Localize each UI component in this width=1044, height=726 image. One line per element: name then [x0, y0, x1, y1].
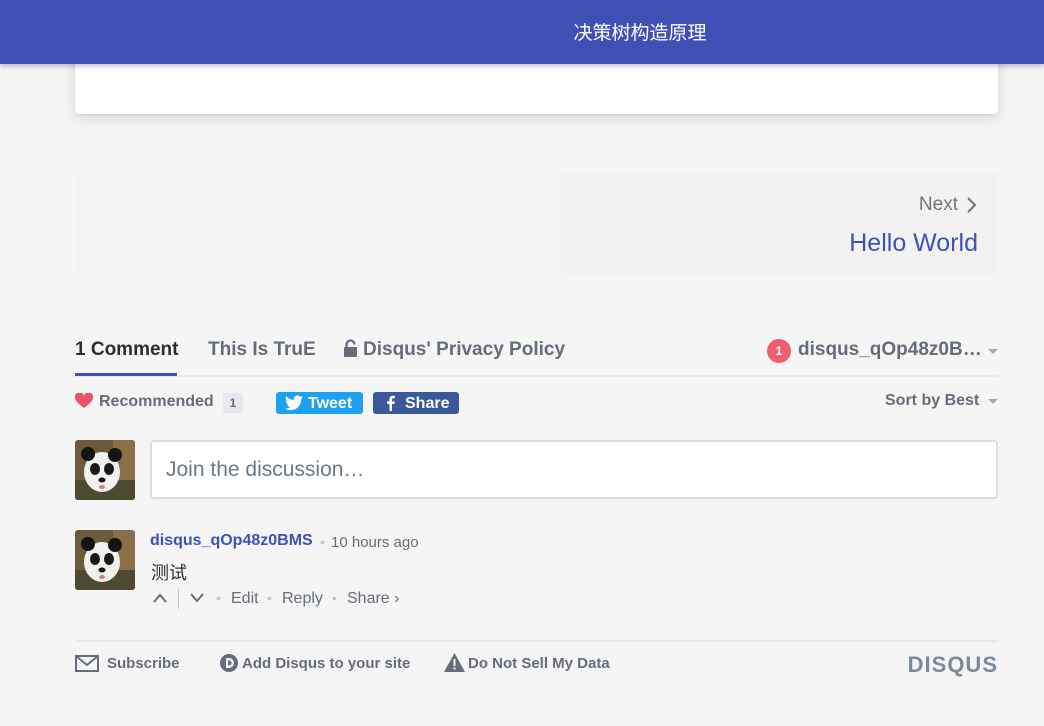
- action-separator: •: [267, 590, 272, 606]
- tab-comments[interactable]: 1 Comment: [75, 339, 178, 361]
- do-not-sell-link[interactable]: Do Not Sell My Data: [468, 655, 610, 672]
- comment-body: 测试: [151, 563, 187, 584]
- user-menu-caret-icon[interactable]: [988, 349, 998, 354]
- downvote-icon[interactable]: [190, 592, 204, 604]
- tweet-button[interactable]: Tweet: [276, 392, 363, 414]
- privacy-policy-link[interactable]: Disqus' Privacy Policy: [363, 339, 565, 361]
- comment-input[interactable]: [150, 440, 998, 499]
- disqus-footer: Subscribe Add Disqus to your site Do Not…: [75, 640, 998, 690]
- page-title: 决策树构造原理: [573, 22, 707, 44]
- add-disqus-link[interactable]: Add Disqus to your site: [242, 655, 410, 672]
- twitter-icon: [285, 395, 303, 411]
- next-post-title[interactable]: Hello World: [849, 229, 978, 258]
- action-separator: •: [332, 590, 337, 606]
- panda-avatar: [75, 440, 135, 500]
- envelope-icon: [75, 655, 99, 672]
- warning-icon: [444, 653, 465, 672]
- upvote-icon[interactable]: [153, 592, 167, 604]
- comment-author[interactable]: disqus_qOp48z0BMS: [150, 532, 313, 550]
- vote-divider: [178, 589, 179, 609]
- recommend-count: 1: [223, 393, 243, 413]
- disqus-tabs: 1 Comment This Is TruE Disqus' Privacy P…: [75, 330, 998, 377]
- subscribe-link[interactable]: Subscribe: [107, 655, 180, 672]
- facebook-icon: [387, 395, 395, 411]
- lock-icon: [344, 339, 357, 357]
- tweet-label: Tweet: [308, 395, 353, 412]
- panda-avatar: [75, 530, 135, 590]
- sort-caret-icon[interactable]: [988, 399, 998, 404]
- comment-actions: • Edit • Reply • Share ›: [150, 588, 450, 610]
- user-menu[interactable]: disqus_qOp48z0B…: [798, 339, 982, 361]
- reply-link[interactable]: Reply: [282, 590, 323, 608]
- recommend-button[interactable]: Recommended: [99, 393, 214, 411]
- tab-community[interactable]: This Is TruE: [208, 339, 316, 361]
- next-post-link[interactable]: Next Hello World: [565, 172, 998, 274]
- app-bar: 决策树构造原理: [0, 0, 1044, 64]
- comment-toolbar: Recommended 1 Tweet Share Sort by Best: [75, 390, 998, 418]
- chevron-right-icon: [967, 197, 977, 213]
- heart-icon[interactable]: [75, 393, 93, 409]
- edit-link[interactable]: Edit: [231, 590, 259, 608]
- avatar[interactable]: [75, 530, 135, 590]
- action-separator: •: [216, 590, 221, 606]
- share-link[interactable]: Share ›: [347, 590, 399, 608]
- disqus-d-icon: [220, 654, 238, 672]
- next-label: Next: [918, 194, 958, 215]
- meta-separator: •: [320, 534, 325, 550]
- avatar: [75, 440, 135, 500]
- comment-timestamp[interactable]: 10 hours ago: [331, 534, 419, 551]
- disqus-logo[interactable]: DISQUS: [908, 652, 998, 678]
- facebook-share-button[interactable]: Share: [373, 392, 459, 414]
- sort-dropdown[interactable]: Sort by Best: [885, 392, 979, 410]
- active-tab-underline: [75, 373, 177, 376]
- prev-post-panel: [75, 172, 565, 274]
- share-label: Share: [405, 395, 450, 412]
- notification-badge[interactable]: 1: [767, 339, 791, 363]
